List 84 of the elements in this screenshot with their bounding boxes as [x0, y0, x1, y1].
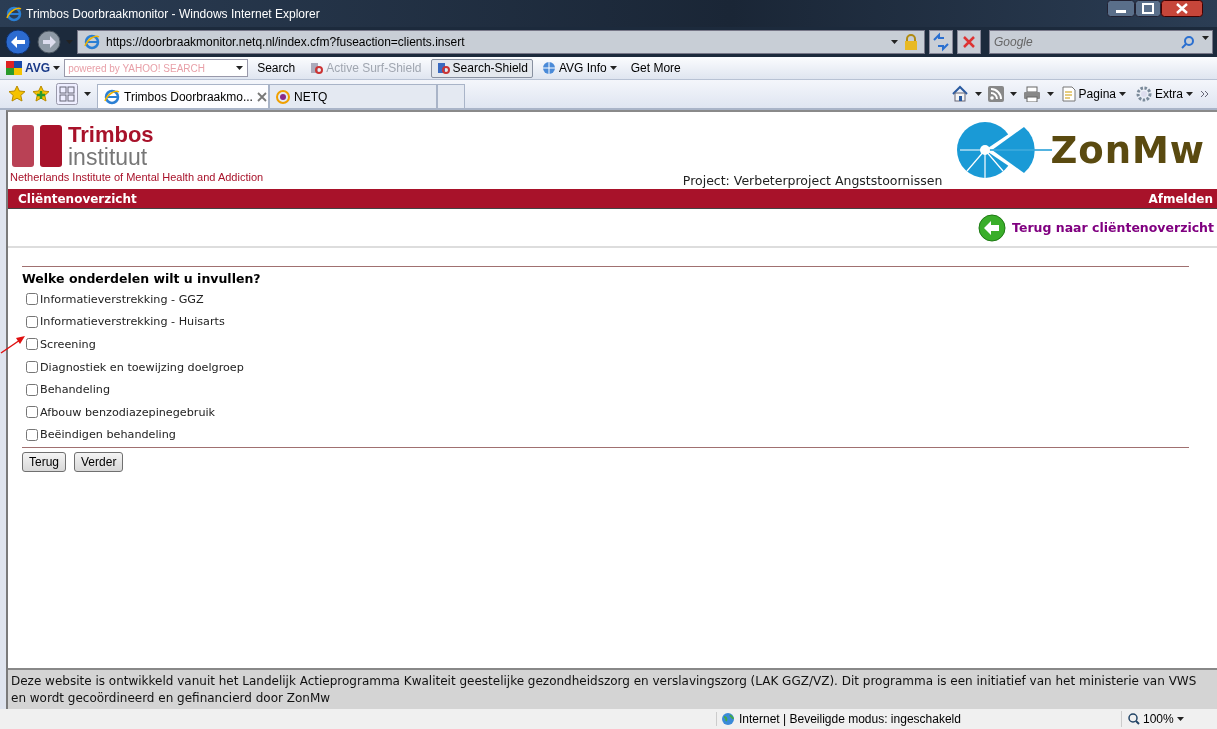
- security-zone: Internet | Beveiligde modus: ingeschakeld: [739, 712, 961, 726]
- checkbox[interactable]: [26, 315, 38, 328]
- padlock-icon: [904, 34, 918, 50]
- annotation-arrow: [0, 334, 26, 354]
- printer-icon[interactable]: [1022, 86, 1041, 102]
- page-icon: [1061, 86, 1076, 102]
- more-chevron-icon[interactable]: [1201, 90, 1209, 98]
- globe-icon: [541, 61, 556, 75]
- ie-logo-icon: [6, 5, 22, 22]
- window-title: Trimbos Doorbraakmonitor - Windows Internet Explorer: [26, 6, 321, 21]
- caret-icon[interactable]: [53, 66, 61, 70]
- minimize-button[interactable]: [1107, 0, 1135, 17]
- search-icon[interactable]: [1181, 35, 1195, 49]
- search-field[interactable]: Google: [989, 30, 1213, 54]
- form-button[interactable]: Verder: [74, 452, 124, 473]
- checkbox[interactable]: [26, 428, 38, 441]
- avg-logo-icon: [6, 61, 22, 75]
- checkbox[interactable]: [26, 383, 38, 396]
- checkbox-label[interactable]: Behandeling: [40, 383, 110, 397]
- toolbar-button[interactable]: Get More: [625, 58, 686, 78]
- form-question: Welke onderdelen wilt u invullen?: [22, 270, 262, 288]
- magnifier-icon: [1128, 713, 1140, 725]
- caret-icon[interactable]: [1186, 92, 1193, 96]
- caret-icon[interactable]: [891, 40, 898, 44]
- logo-subtitle: instituut: [68, 146, 149, 168]
- form-button[interactable]: Terug: [22, 452, 67, 473]
- logo-tagline: Netherlands Institute of Mental Health and Addiction: [10, 171, 264, 183]
- zoom-button[interactable]: 100%: [1121, 711, 1213, 727]
- caret-icon[interactable]: [609, 66, 617, 70]
- close-button[interactable]: [1161, 0, 1203, 17]
- stop-button[interactable]: [957, 30, 981, 54]
- globe-icon: [721, 712, 735, 726]
- restore-button[interactable]: [1135, 0, 1161, 17]
- gear-icon: [1136, 86, 1152, 102]
- footer-text: Deze website is ontwikkeld vanuit het Landelijk Actieprogramma Kwaliteit geestelijke gezondheidszorg en verslavingszorg (LAK GGZ/VZ). Dit programma is een initiatief van het ministerie van VWS en wordt gecoördineerd en gefinancierd door ZonMw: [8, 668, 1217, 709]
- toolbar-button[interactable]: Search-Shield: [430, 58, 533, 78]
- caret-icon[interactable]: [1176, 717, 1184, 721]
- caret-icon[interactable]: [1009, 92, 1017, 96]
- feed-icon[interactable]: [987, 86, 1004, 102]
- toolbar-button[interactable]: Search: [252, 58, 301, 78]
- checkbox[interactable]: [26, 293, 38, 306]
- checkbox-label[interactable]: Afbouw benzodiazepinegebruik: [40, 405, 216, 419]
- checkbox-label[interactable]: Diagnostiek en toewijzing doelgroep: [40, 360, 244, 374]
- add-favorite-icon[interactable]: [32, 85, 50, 103]
- checkbox-label[interactable]: Screening: [40, 338, 96, 351]
- logo-blocks-icon: [10, 124, 62, 168]
- site-icon: [276, 89, 290, 104]
- checkbox[interactable]: [26, 406, 38, 419]
- command-menu-button[interactable]: Pagina: [1059, 86, 1128, 102]
- checkbox-label[interactable]: Informatieverstrekking - Huisarts: [40, 315, 225, 329]
- back-to-overview-link[interactable]: Terug naar cliëntenoverzicht: [1012, 220, 1214, 235]
- caret-icon[interactable]: [1119, 92, 1126, 96]
- browser-tab[interactable]: Trimbos Doorbraakmo...: [97, 84, 269, 108]
- home-icon[interactable]: [950, 85, 969, 103]
- shield-icon: [309, 61, 324, 75]
- refresh-button[interactable]: [929, 30, 953, 54]
- ie-logo-icon: [104, 88, 120, 105]
- logo-title: Trimbos: [68, 124, 154, 146]
- shield-icon: [435, 61, 450, 75]
- forward-button[interactable]: [36, 29, 62, 55]
- browser-tab[interactable]: NETQ: [269, 84, 437, 108]
- avg-menu-button[interactable]: AVG: [6, 61, 61, 75]
- tab-list-button[interactable]: [84, 92, 91, 96]
- checkbox[interactable]: [26, 361, 38, 374]
- yahoo-search-field[interactable]: powered by YAHOO! SEARCH: [64, 59, 249, 77]
- logout-link[interactable]: Afmelden: [1148, 191, 1213, 206]
- command-menu-button[interactable]: Extra: [1134, 86, 1195, 102]
- nav-title: Cliëntenoverzicht: [18, 191, 137, 206]
- checkbox-label[interactable]: Informatieverstrekking - GGZ: [40, 292, 204, 306]
- ie-logo-icon: [84, 34, 100, 50]
- back-button[interactable]: [4, 28, 32, 56]
- quick-tabs-button[interactable]: [56, 83, 78, 105]
- partner-logo: ZonMw: [1050, 128, 1205, 172]
- checkbox[interactable]: [26, 338, 38, 351]
- close-icon[interactable]: [256, 91, 267, 102]
- caret-icon[interactable]: [1202, 36, 1209, 40]
- caret-icon[interactable]: [1046, 92, 1054, 96]
- favorites-star-icon[interactable]: [8, 85, 26, 103]
- caret-icon[interactable]: [974, 92, 982, 96]
- project-name: Project: Verbeterproject Angststoornissen: [682, 173, 943, 189]
- caret-icon[interactable]: [236, 66, 244, 70]
- address-field[interactable]: https://doorbraakmonitor.netq.nl/index.cfm?fuseaction=clients.insert: [77, 30, 925, 54]
- toolbar-button[interactable]: AVG Info: [536, 58, 622, 78]
- checkbox-label[interactable]: Beëindigen behandeling: [40, 428, 176, 442]
